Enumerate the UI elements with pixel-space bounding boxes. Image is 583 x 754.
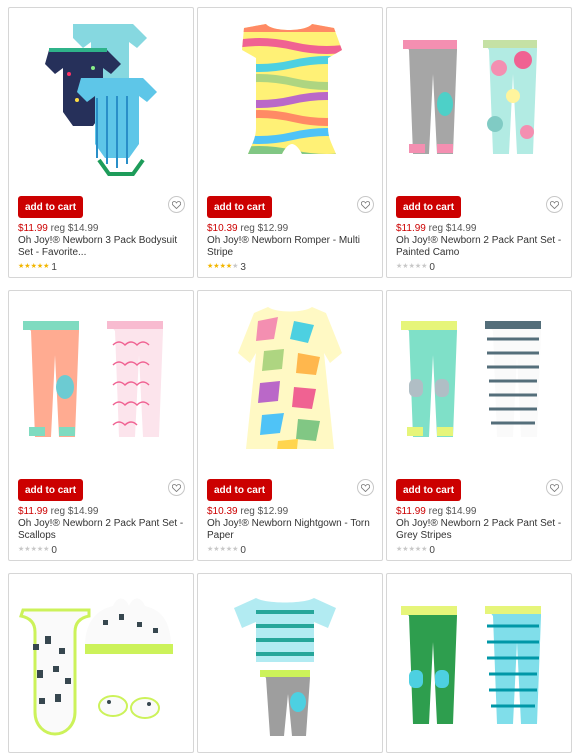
regular-price: reg $14.99	[428, 506, 477, 517]
product-title[interactable]: Oh Joy!® Newborn Nightgown - Torn Paper	[207, 518, 377, 542]
sale-price: $11.99	[396, 506, 426, 517]
rating: ★★★★★ 0	[207, 545, 246, 556]
regular-price: reg $14.99	[50, 506, 99, 517]
price: $10.39 reg $12.99	[207, 223, 288, 234]
product-image[interactable]	[9, 291, 193, 471]
product-image[interactable]	[198, 291, 382, 471]
product-card[interactable]: add to cart $11.99 reg $14.99 Oh Joy!® N…	[386, 7, 572, 278]
rating: ★★★★★ 0	[18, 545, 57, 556]
review-count[interactable]: 0	[240, 545, 246, 556]
product-card[interactable]: add to cart $11.99 reg $14.99 Oh Joy!® N…	[386, 290, 572, 561]
add-to-cart-button[interactable]: add to cart	[18, 196, 83, 218]
add-to-cart-button[interactable]: add to cart	[207, 479, 272, 501]
regular-price: reg $12.99	[240, 223, 289, 234]
add-to-cart-button[interactable]: add to cart	[396, 479, 461, 501]
product-card[interactable]: add to cart $10.39 reg $12.99 Oh Joy!® N…	[197, 290, 383, 561]
product-title[interactable]: Oh Joy!® Newborn 2 Pack Pant Set - Grey …	[396, 518, 566, 542]
product-card[interactable]	[197, 573, 383, 753]
product-title[interactable]: Oh Joy!® Newborn 2 Pack Pant Set - Scall…	[18, 518, 188, 542]
review-count[interactable]: 0	[429, 545, 435, 556]
add-to-cart-button[interactable]: add to cart	[18, 479, 83, 501]
review-count[interactable]: 3	[240, 262, 246, 273]
price: $10.39 reg $12.99	[207, 506, 288, 517]
product-title[interactable]: Oh Joy!® Newborn 2 Pack Pant Set - Paint…	[396, 235, 566, 259]
heart-icon[interactable]	[546, 196, 563, 213]
sale-price: $11.99	[396, 223, 426, 234]
star-icon: ★★★★★	[396, 546, 428, 553]
heart-icon[interactable]	[357, 479, 374, 496]
product-card[interactable]: add to cart $11.99 reg $14.99 Oh Joy!® N…	[8, 7, 194, 278]
product-image[interactable]	[387, 8, 571, 188]
regular-price: reg $12.99	[240, 506, 289, 517]
product-card[interactable]	[8, 573, 194, 753]
product-image[interactable]	[198, 574, 382, 754]
add-to-cart-button[interactable]: add to cart	[207, 196, 272, 218]
product-image[interactable]	[9, 8, 193, 188]
product-card[interactable]: add to cart $11.99 reg $14.99 Oh Joy!® N…	[8, 290, 194, 561]
price: $11.99 reg $14.99	[396, 223, 476, 234]
sale-price: $10.39	[207, 506, 238, 517]
product-image[interactable]	[9, 574, 193, 754]
add-to-cart-button[interactable]: add to cart	[396, 196, 461, 218]
review-count[interactable]: 0	[51, 545, 57, 556]
star-icon: ★★★★★	[18, 546, 50, 553]
star-icon: ★★★★★	[207, 546, 239, 553]
product-card[interactable]	[386, 573, 572, 753]
product-title[interactable]: Oh Joy!® Newborn 3 Pack Bodysuit Set - F…	[18, 235, 188, 259]
product-image[interactable]	[387, 291, 571, 471]
product-title[interactable]: Oh Joy!® Newborn Romper - Multi Stripe	[207, 235, 377, 259]
rating: ★★★★★ 0	[396, 545, 435, 556]
star-icon: ★★★★★	[207, 263, 239, 270]
rating: ★★★★★ 1	[18, 262, 57, 273]
product-image[interactable]	[198, 8, 382, 188]
heart-icon[interactable]	[357, 196, 374, 213]
star-icon: ★★★★★	[396, 263, 428, 270]
product-grid: add to cart $11.99 reg $14.99 Oh Joy!® N…	[0, 0, 583, 753]
regular-price: reg $14.99	[50, 223, 99, 234]
regular-price: reg $14.99	[428, 223, 477, 234]
sale-price: $11.99	[18, 506, 48, 517]
price: $11.99 reg $14.99	[396, 506, 476, 517]
price: $11.99 reg $14.99	[18, 223, 98, 234]
heart-icon[interactable]	[168, 196, 185, 213]
review-count[interactable]: 1	[51, 262, 57, 273]
review-count[interactable]: 0	[429, 262, 435, 273]
rating: ★★★★★ 0	[396, 262, 435, 273]
product-card[interactable]: add to cart $10.39 reg $12.99 Oh Joy!® N…	[197, 7, 383, 278]
heart-icon[interactable]	[546, 479, 563, 496]
product-image[interactable]	[387, 574, 571, 754]
sale-price: $11.99	[18, 223, 48, 234]
price: $11.99 reg $14.99	[18, 506, 98, 517]
rating: ★★★★★ 3	[207, 262, 246, 273]
sale-price: $10.39	[207, 223, 238, 234]
heart-icon[interactable]	[168, 479, 185, 496]
star-icon: ★★★★★	[18, 263, 50, 270]
